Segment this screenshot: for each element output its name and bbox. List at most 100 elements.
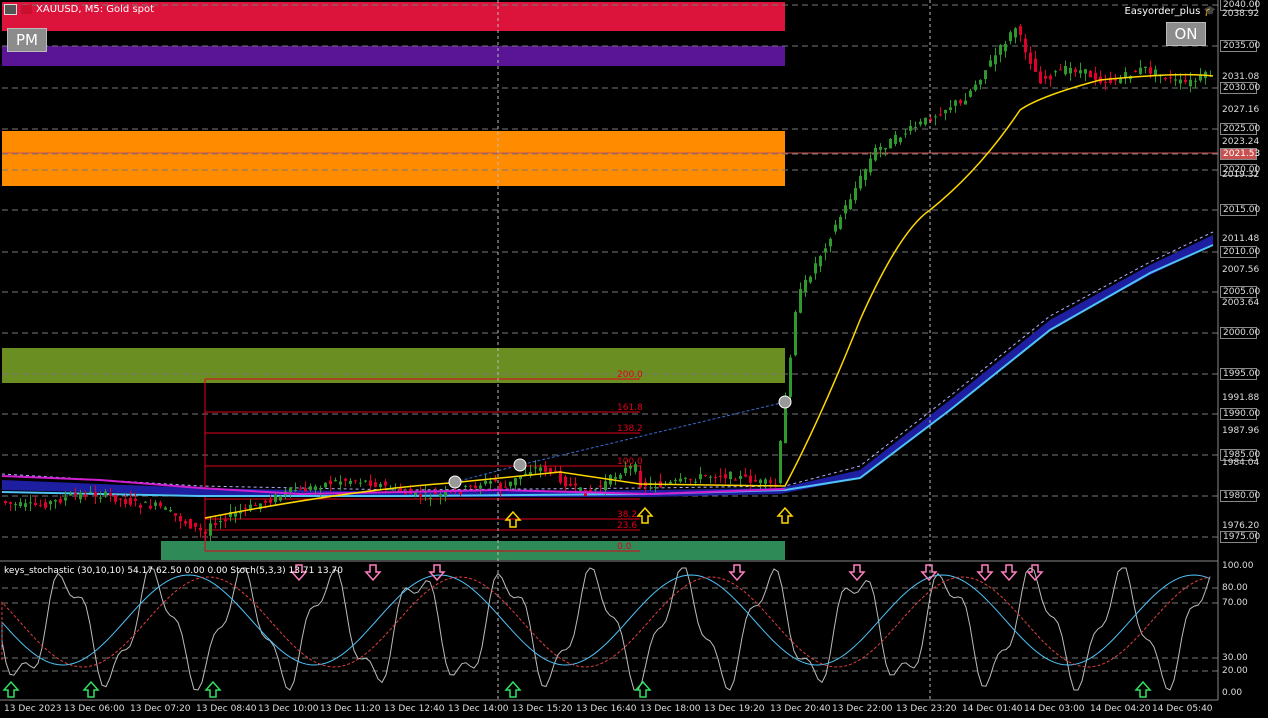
candle-body: [214, 523, 217, 526]
candle-body: [174, 513, 177, 516]
candle-body: [704, 474, 707, 476]
candle-body: [1074, 69, 1077, 73]
candle-body: [954, 100, 957, 106]
candle-body: [714, 477, 717, 479]
candle-body: [859, 175, 862, 189]
up-arrow-icon: [776, 506, 794, 524]
candle-body: [179, 516, 182, 522]
candle-body: [724, 474, 727, 479]
candle-body: [1169, 77, 1172, 79]
candle-body: [669, 481, 672, 484]
candle-body: [804, 279, 807, 292]
on-button[interactable]: ON: [1166, 22, 1206, 46]
candle-body: [464, 485, 467, 487]
price-label: 1995.00: [1220, 368, 1260, 380]
candle-body: [94, 492, 97, 497]
candle-body: [39, 504, 42, 506]
oscillator-title: keys_stochastic (30,10,10) 54.17 62.50 0…: [4, 566, 343, 576]
candle-body: [349, 480, 352, 484]
price-label: 2011.48: [1222, 234, 1260, 244]
time-label: 13 Dec 07:20: [130, 704, 191, 714]
candle-body: [959, 100, 962, 104]
time-label: 13 Dec 20:40: [770, 704, 831, 714]
candle-body: [1064, 65, 1067, 75]
time-label: 14 Dec 05:40: [1152, 704, 1213, 714]
price-label: 1976.20: [1222, 521, 1260, 531]
time-label: 14 Dec 04:20: [1090, 704, 1151, 714]
up-arrow-icon: [2, 680, 20, 698]
price-label: 2031.08: [1222, 72, 1260, 82]
candle-body: [1104, 82, 1107, 84]
candle-body: [689, 479, 692, 481]
candle-body: [789, 357, 792, 397]
order-marker-icon[interactable]: [448, 475, 462, 489]
candle-body: [894, 134, 897, 144]
candle-body: [289, 487, 292, 493]
order-marker-icon[interactable]: [513, 458, 527, 472]
candle-body: [339, 481, 342, 485]
order-marker-icon[interactable]: [778, 395, 792, 409]
price-label: 2023.24: [1222, 137, 1260, 147]
time-label: 14 Dec 03:00: [1024, 704, 1085, 714]
price-label: 1991.88: [1222, 393, 1260, 403]
candle-body: [104, 491, 107, 496]
candle-body: [744, 474, 747, 477]
candle-body: [844, 205, 847, 214]
candle-body: [939, 114, 942, 116]
time-label: 13 Dec 11:20: [320, 704, 381, 714]
price-label: 2007.56: [1222, 265, 1260, 275]
candle-body: [9, 502, 12, 504]
candle-body: [919, 121, 922, 125]
price-label: 2027.16: [1222, 105, 1260, 115]
candle-body: [4, 501, 7, 504]
candle-body: [49, 501, 52, 505]
candle-body: [219, 521, 222, 523]
candle-body: [79, 493, 82, 500]
price-chart[interactable]: 200.0161.8138.2100.061.838.223.60.0: [0, 0, 1268, 718]
osc-level-label: 20.00: [1222, 666, 1248, 676]
pm-button[interactable]: PM: [7, 28, 47, 52]
candle-body: [294, 489, 297, 492]
candle-body: [734, 479, 737, 481]
price-label: 1975.00: [1220, 531, 1260, 543]
candle-body: [824, 248, 827, 253]
price-label: 2019.32: [1222, 170, 1260, 180]
keys-stoch-signal-line: [1, 576, 1211, 668]
time-label: 14 Dec 01:40: [962, 704, 1023, 714]
candle-body: [354, 480, 357, 482]
oscillator-panel: [1, 564, 1218, 698]
candle-body: [809, 276, 812, 283]
ea-label: Easyorder_plus 🎓: [1124, 6, 1216, 17]
candle-body: [994, 55, 997, 65]
candle-body: [564, 476, 567, 487]
candle-body: [924, 117, 927, 125]
candle-body: [1049, 75, 1052, 80]
candle-body: [739, 475, 742, 479]
fib-label: 138.2: [617, 424, 643, 434]
candle-body: [819, 255, 822, 267]
candle-body: [779, 440, 782, 484]
candle-body: [189, 519, 192, 529]
candles: [4, 24, 1212, 542]
time-label: 13 Dec 22:00: [832, 704, 893, 714]
zone-olive: [2, 348, 785, 383]
candle-body: [639, 470, 642, 488]
candle-body: [854, 187, 857, 201]
up-arrow-icon: [82, 680, 100, 698]
candle-body: [1199, 75, 1202, 81]
candle-body: [629, 466, 632, 469]
candle-body: [469, 485, 472, 487]
candle-body: [184, 521, 187, 524]
candle-body: [969, 90, 972, 97]
candle-body: [69, 494, 72, 496]
candle-body: [329, 480, 332, 485]
chart-menu-icon[interactable]: [4, 4, 17, 15]
candle-body: [864, 169, 867, 181]
candle-body: [839, 216, 842, 229]
price-label: 2025.00: [1220, 123, 1260, 135]
chart-title: XAUUSD, M5: Gold spot: [4, 4, 154, 15]
candle-body: [1184, 79, 1187, 83]
candle-body: [814, 263, 817, 274]
candle-body: [514, 478, 517, 486]
candle-body: [889, 139, 892, 149]
